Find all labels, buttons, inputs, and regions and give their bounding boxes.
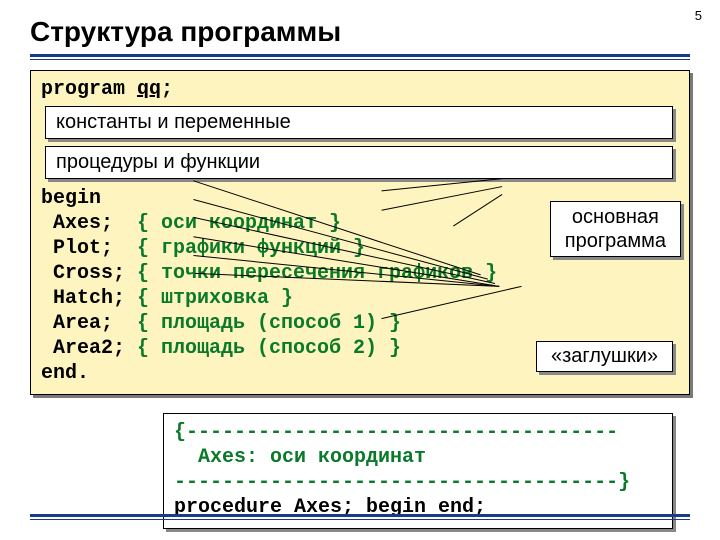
comment-hatch: { штриховка } [137, 287, 293, 310]
slide-title: Структура программы [30, 16, 690, 48]
code-line-cross: Cross; { точки пересечения графиков } [41, 261, 679, 286]
title-rule-thin [30, 59, 690, 60]
code-block: program qq; константы и переменные проце… [30, 70, 690, 395]
comment-axes: { оси координат } [137, 212, 341, 235]
comment-area2: { площадь (способ 2) } [137, 337, 401, 360]
comment-cross: { точки пересечения графиков } [137, 262, 497, 285]
bottom-rule [30, 514, 690, 521]
program-keyword: program [41, 78, 137, 101]
program-semicolon: ; [161, 78, 173, 101]
stub-comment: Axes: оси координат [174, 445, 662, 470]
code-line-hatch: Hatch; { штриховка } [41, 286, 679, 311]
stub-example-block: {------------------------------------ Ax… [163, 413, 673, 529]
program-name: qq [137, 78, 161, 101]
inset-constants: константы и переменные [45, 106, 673, 139]
code-line-area: Area; { площадь (способ 1) } [41, 311, 679, 336]
comment-plot: { графики функций } [137, 237, 365, 260]
comment-area: { площадь (способ 1) } [137, 312, 401, 335]
inset-procedures: процедуры и функции [45, 146, 673, 179]
callout-main-program: основная программа [550, 201, 681, 257]
page-number: 5 [695, 8, 702, 23]
callout-stubs: «заглушки» [536, 341, 673, 372]
stub-divider-bottom: -------------------------------------} [174, 470, 662, 495]
callout-main-line1: основная [565, 205, 666, 229]
title-rule-thick [30, 54, 690, 57]
callout-main-line2: программа [565, 229, 666, 253]
program-declaration: program qq; [41, 77, 679, 102]
stub-divider-top: {------------------------------------ [174, 420, 662, 445]
